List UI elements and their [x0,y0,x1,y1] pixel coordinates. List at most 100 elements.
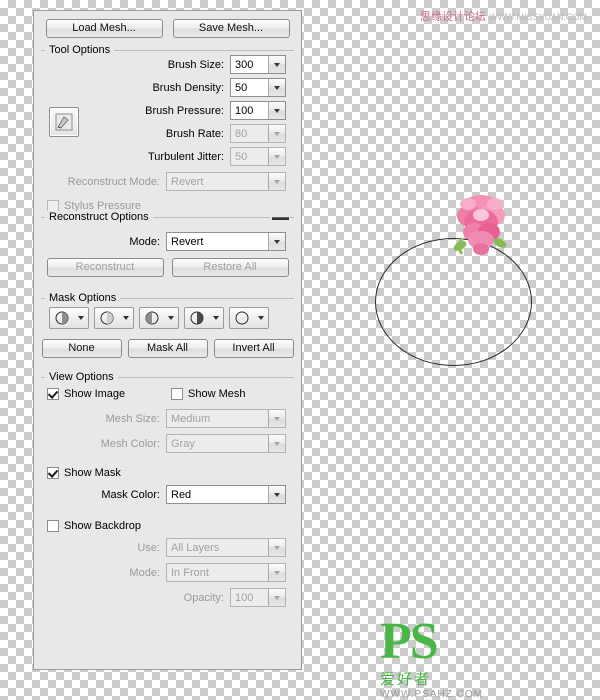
reconstruct-mode-label: Reconstruct Mode: [67,175,160,188]
reconstruct-options-group: Reconstruct Options ▬▬ Mode: Revert Reco… [41,211,294,292]
show-mask-row[interactable]: Show Mask [41,455,294,479]
stylus-pressure-row[interactable]: Stylus Pressure [41,193,294,212]
mesh-buttons-row: Load Mesh... Save Mesh... [34,11,301,44]
reconstruct-mode-dropdown[interactable]: Revert [166,232,286,251]
show-backdrop-checkbox[interactable] [47,520,59,532]
chevron-down-icon[interactable] [268,564,285,581]
brush-tool-icon[interactable] [49,107,79,137]
show-image-mesh-row: Show Image Show Mesh [41,380,294,403]
mesh-size-select[interactable]: Medium [166,409,286,428]
mask-all-button[interactable]: Mask All [127,339,208,358]
view-options-group: View Options Show Image Show Mesh Mesh S… [41,371,294,614]
chevron-down-icon[interactable] [168,316,174,320]
chevron-down-icon[interactable] [268,233,285,250]
restore-all-button[interactable]: Restore All [171,258,289,277]
chevron-down-icon[interactable] [268,539,285,556]
mask-none-button[interactable]: None [41,339,122,358]
show-mesh-checkbox[interactable] [171,388,183,400]
mask-add-button[interactable] [94,307,134,329]
chevron-down-icon[interactable] [268,125,285,142]
chevron-down-icon[interactable] [268,173,285,190]
mask-intersect-button[interactable] [184,307,224,329]
turbulent-jitter-input[interactable]: 50 [230,147,286,166]
turbulent-jitter-value: 50 [235,150,248,163]
turbulent-jitter-row: Turbulent Jitter: 50 [41,145,294,168]
watermark-top: 思缘设计论坛 WWW.MISSYUAN.COM [420,8,587,24]
watermark-sub: 爱好者 [380,671,432,688]
chevron-down-icon[interactable] [268,102,285,119]
backdrop-use-value: All Layers [171,541,220,554]
chevron-down-icon[interactable] [268,56,285,73]
mesh-size-row: Mesh Size: Medium [41,403,294,430]
reconstruct-mode-select-label: Mode: [129,235,160,248]
mask-color-select[interactable]: Red [166,485,286,504]
show-mesh-row[interactable]: Show Mesh [171,388,245,400]
panel-menu-icon[interactable]: ▬▬ [270,212,290,222]
reconstruct-mode-select-row: Mode: Revert [41,220,294,253]
brush-rate-input[interactable]: 80 [230,124,286,143]
backdrop-mode-select[interactable]: In Front [166,563,286,582]
brush-density-label: Brush Density: [152,81,224,94]
brush-density-input[interactable]: 50 [230,78,286,97]
chevron-down-icon[interactable] [268,410,285,427]
save-mesh-button[interactable]: Save Mesh... [172,19,290,38]
chevron-down-icon[interactable] [123,316,129,320]
watermark-url: WWW.PSAHZ.COM [380,689,483,700]
mask-mode-buttons [41,301,294,335]
backdrop-mode-label: Mode: [129,566,160,579]
backdrop-mode-row: Mode: In Front [41,559,294,584]
chevron-down-icon[interactable] [78,316,84,320]
reconstruct-options-title: Reconstruct Options [45,211,153,223]
chevron-down-icon[interactable] [268,79,285,96]
brush-density-value: 50 [235,81,248,94]
mask-subtract-button[interactable] [139,307,179,329]
brush-size-row: Brush Size: 300 [41,53,294,76]
reconstruct-button[interactable]: Reconstruct [46,258,164,277]
mask-invert-all-button[interactable]: Invert All [213,339,294,358]
mesh-color-select[interactable]: Gray [166,434,286,453]
load-mesh-button[interactable]: Load Mesh... [45,19,163,38]
watermark-logo: PS [380,613,439,670]
reconstruct-mode-row: Reconstruct Mode: Revert [41,168,294,193]
chevron-down-icon[interactable] [268,589,285,606]
mask-options-title: Mask Options [45,292,121,304]
mask-action-buttons: None Mask All Invert All [41,335,294,364]
show-backdrop-label: Show Backdrop [64,520,142,532]
reconstruct-mode-select[interactable]: Revert [166,172,286,191]
mask-color-value: Red [171,488,192,501]
mask-invert-button[interactable] [229,307,269,329]
brush-size-value: 300 [235,58,254,71]
brush-pressure-input[interactable]: 100 [230,101,286,120]
backdrop-opacity-input[interactable]: 100 [230,588,286,607]
backdrop-opacity-row: Opacity: 100 [41,584,294,609]
mask-replace-button[interactable] [49,307,89,329]
show-image-row[interactable]: Show Image [47,388,171,400]
show-image-checkbox[interactable] [47,388,59,400]
show-image-label: Show Image [64,388,126,400]
chevron-down-icon[interactable] [268,435,285,452]
backdrop-opacity-label: Opacity: [183,591,224,604]
mask-color-row: Mask Color: Red [41,479,294,506]
chevron-down-icon[interactable] [258,316,264,320]
backdrop-opacity-value: 100 [235,591,254,604]
brush-density-row: Brush Density: 50 [41,76,294,99]
chevron-down-icon[interactable] [213,316,219,320]
mesh-color-label: Mesh Color: [100,437,160,450]
show-mask-label: Show Mask [64,467,121,479]
brush-rate-value: 80 [235,127,248,140]
reconstruct-mode-dropdown-value: Revert [171,235,204,248]
show-backdrop-row[interactable]: Show Backdrop [41,506,294,532]
backdrop-use-select[interactable]: All Layers [166,538,286,557]
watermark-top-text: 思缘设计论坛 [420,11,486,23]
show-mask-checkbox[interactable] [47,467,59,479]
brush-size-input[interactable]: 300 [230,55,286,74]
mesh-color-value: Gray [171,437,195,450]
brush-pressure-value: 100 [235,104,254,117]
mesh-size-label: Mesh Size: [105,412,160,425]
chevron-down-icon[interactable] [268,486,285,503]
brush-pressure-label: Brush Pressure: [145,104,224,117]
view-options-title: View Options [45,371,118,383]
backdrop-use-label: Use: [137,541,160,554]
chevron-down-icon[interactable] [268,148,285,165]
mesh-color-row: Mesh Color: Gray [41,430,294,455]
